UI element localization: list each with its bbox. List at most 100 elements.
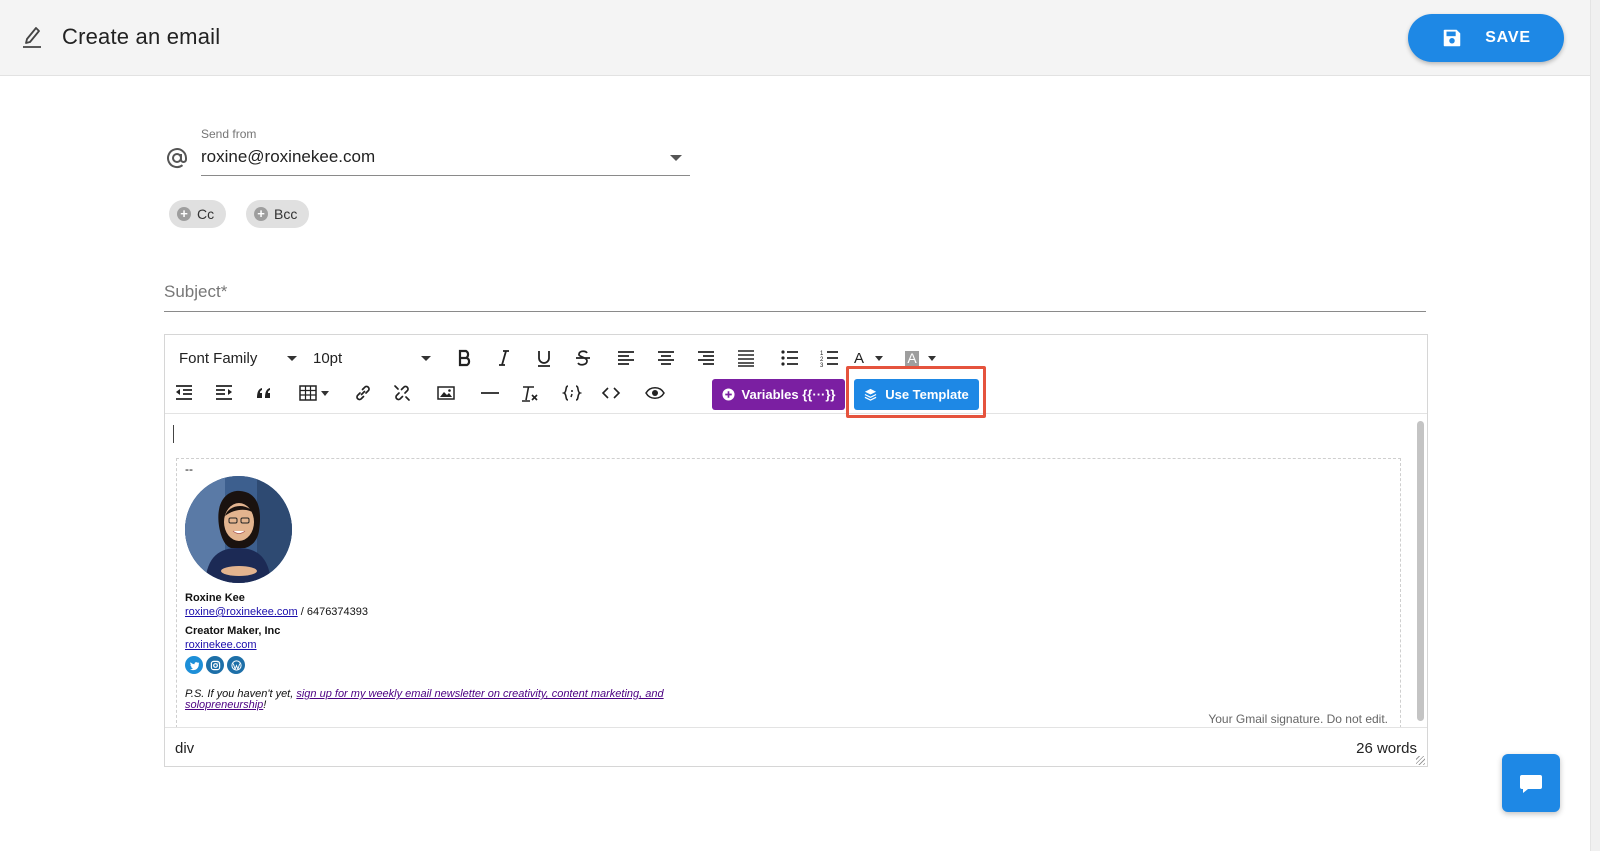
signature-website-line: roxinekee.com (185, 639, 257, 651)
align-right-icon (698, 351, 714, 365)
wordpress-icon[interactable] (227, 656, 245, 674)
variables-label: Variables {{···}} (741, 387, 836, 402)
remove-link-button[interactable] (389, 380, 415, 406)
variables-button[interactable]: Variables {{···}} (712, 379, 845, 410)
background-color-icon: A (905, 349, 919, 366)
floppy-disk-icon (1443, 29, 1461, 47)
align-left-icon (618, 351, 634, 365)
chevron-down-icon (421, 356, 431, 361)
align-center-icon (658, 351, 674, 365)
bold-icon (458, 349, 471, 367)
bullet-list-button[interactable] (777, 345, 803, 371)
page-scrollbar[interactable] (1590, 0, 1600, 851)
subject-input[interactable] (164, 282, 1426, 302)
page-title: Create an email (62, 24, 221, 49)
element-path[interactable]: div (175, 740, 194, 757)
horizontal-rule-button[interactable] (477, 380, 503, 406)
numbered-list-button[interactable]: 123 (817, 345, 843, 371)
subject-field-wrapper (164, 278, 1426, 312)
save-button[interactable]: SAVE (1408, 14, 1564, 62)
plus-circle-icon (721, 388, 735, 401)
justify-icon (738, 350, 754, 367)
preview-button[interactable] (642, 380, 668, 406)
instagram-icon[interactable] (206, 656, 224, 674)
font-size-select[interactable]: 10pt (313, 344, 431, 372)
italic-button[interactable] (491, 345, 517, 371)
indent-icon (216, 385, 232, 400)
layers-icon (864, 388, 877, 401)
signature-note: Your Gmail signature. Do not edit. (1208, 712, 1388, 726)
blockquote-button[interactable] (251, 380, 277, 406)
font-size-value: 10pt (313, 349, 343, 367)
signature-phone: / 6476374393 (297, 606, 369, 618)
unlink-icon (394, 385, 410, 401)
editor-toolbar: Font Family 10pt 1 2 3 A A Variables {{·… (165, 335, 1427, 418)
strikethrough-button[interactable] (570, 345, 596, 371)
eye-icon (645, 387, 665, 399)
clear-format-icon (522, 386, 538, 402)
bcc-label: Bcc (274, 206, 298, 222)
plus-circle-icon: + (177, 207, 191, 221)
avatar (185, 476, 292, 583)
edit-icon (23, 27, 41, 48)
signature-company: Creator Maker, Inc (185, 625, 281, 637)
signature-email-link[interactable]: roxine@roxinekee.com (185, 606, 298, 618)
justify-button[interactable] (733, 345, 759, 371)
source-code-button[interactable] (598, 380, 624, 406)
clear-formatting-button[interactable] (516, 380, 542, 406)
send-from-label: Send from (201, 127, 257, 141)
save-label: SAVE (1485, 29, 1531, 46)
underline-icon (538, 351, 550, 367)
editor-scrollbar-thumb[interactable] (1417, 421, 1424, 721)
table-button[interactable] (295, 380, 331, 406)
twitter-icon[interactable] (185, 656, 203, 674)
ps-suffix: ! (263, 699, 267, 711)
align-right-button[interactable] (693, 345, 719, 371)
signature-contact-line: roxine@roxinekee.com / 6476374393 (185, 606, 368, 618)
chevron-down-icon (875, 356, 883, 361)
code-sample-button[interactable] (559, 380, 585, 406)
signature-separator: -- (185, 462, 193, 476)
insert-link-button[interactable] (350, 380, 376, 406)
text-color-icon: A (853, 349, 864, 367)
insert-image-button[interactable] (433, 380, 459, 406)
strikethrough-icon (576, 350, 590, 366)
quote-icon (257, 388, 270, 398)
editor-content-area[interactable]: -- Roxine Kee roxine@roxinekee.com / 647… (165, 415, 1427, 728)
code-icon (601, 387, 621, 399)
align-left-button[interactable] (613, 345, 639, 371)
use-template-button[interactable]: Use Template (854, 379, 979, 410)
social-icons (185, 656, 245, 674)
outdent-button[interactable] (171, 380, 197, 406)
chat-button[interactable] (1502, 754, 1560, 812)
font-family-value: Font Family (179, 349, 258, 367)
outdent-icon (176, 385, 192, 400)
chat-bubble-icon (1520, 775, 1542, 793)
align-center-button[interactable] (653, 345, 679, 371)
signature-ps: P.S. If you haven't yet, sign up for my … (185, 689, 685, 711)
bcc-chip[interactable]: + Bcc (246, 200, 310, 228)
send-from-select[interactable]: roxine@roxinekee.com (201, 142, 690, 176)
numbered-list-icon: 123 (820, 351, 838, 368)
profile-photo (185, 476, 292, 583)
link-icon (356, 385, 370, 401)
curly-braces-icon (562, 385, 582, 401)
gmail-signature: -- Roxine Kee roxine@roxinekee.com / 647… (176, 458, 1401, 728)
cc-chip[interactable]: + Cc (169, 200, 227, 228)
indent-button[interactable] (211, 380, 237, 406)
signature-name: Roxine Kee (185, 592, 245, 604)
bullet-list-icon (781, 350, 798, 366)
image-icon (437, 386, 455, 400)
signature-website-link[interactable]: roxinekee.com (185, 639, 257, 651)
bold-button[interactable] (452, 345, 478, 371)
table-icon (299, 385, 317, 401)
chevron-down-icon (321, 391, 329, 396)
resize-handle[interactable] (1416, 756, 1425, 765)
font-family-select[interactable]: Font Family (179, 344, 297, 372)
italic-icon (499, 350, 509, 366)
horizontal-line-icon (481, 392, 499, 394)
underline-button[interactable] (531, 345, 557, 371)
chevron-down-icon (928, 356, 936, 361)
at-sign-icon (167, 148, 187, 169)
rich-text-editor: Font Family 10pt 1 2 3 A A Variables {{·… (164, 334, 1428, 767)
